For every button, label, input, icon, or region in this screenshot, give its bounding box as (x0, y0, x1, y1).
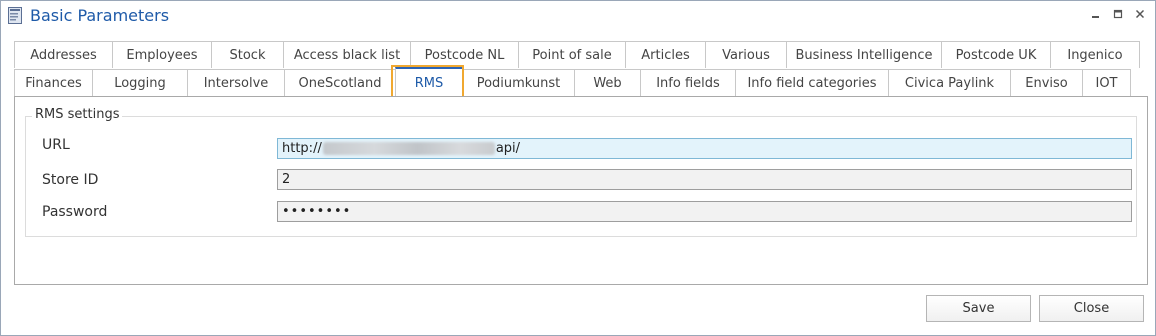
save-button[interactable]: Save (926, 295, 1031, 322)
tab-info-field-categories[interactable]: Info field categories (735, 69, 889, 96)
close-icon[interactable] (1133, 7, 1147, 21)
tab-ingenico[interactable]: Ingenico (1050, 41, 1140, 68)
close-button[interactable]: Close (1039, 295, 1144, 322)
tab-various[interactable]: Various (705, 41, 787, 68)
url-prefix: http:// (282, 141, 322, 156)
tab-strip: Addresses Employees Stock Access black l… (14, 41, 1147, 97)
tab-enviso[interactable]: Enviso (1010, 69, 1083, 96)
tab-row-2: Finances Logging Intersolve OneScotland … (14, 67, 1147, 97)
tab-addresses[interactable]: Addresses (14, 41, 113, 68)
tab-postcode-nl[interactable]: Postcode NL (410, 41, 519, 68)
url-suffix: api/ (495, 141, 521, 156)
tab-podiumkunst[interactable]: Podiumkunst (462, 69, 575, 96)
tab-employees[interactable]: Employees (112, 41, 212, 68)
tab-logging[interactable]: Logging (92, 69, 188, 96)
maximize-icon[interactable] (1111, 7, 1125, 21)
rms-settings-group: RMS settings URL http://api/ Store ID 2 … (25, 107, 1137, 237)
tab-web[interactable]: Web (574, 69, 641, 96)
tab-civica-paylink[interactable]: Civica Paylink (888, 69, 1011, 96)
password-field[interactable]: •••••••• (277, 201, 1132, 222)
tab-info-fields[interactable]: Info fields (640, 69, 736, 96)
password-value: •••••••• (282, 204, 352, 219)
title-bar: Basic Parameters (1, 1, 1155, 31)
tab-point-of-sale[interactable]: Point of sale (518, 41, 626, 68)
store-id-label: Store ID (42, 172, 99, 188)
url-label: URL (42, 137, 70, 153)
tab-finances[interactable]: Finances (14, 69, 93, 96)
tab-postcode-uk[interactable]: Postcode UK (941, 41, 1051, 68)
tab-stock[interactable]: Stock (211, 41, 284, 68)
tab-row-1: Addresses Employees Stock Access black l… (14, 41, 1147, 69)
minimize-icon[interactable] (1089, 7, 1103, 21)
store-id-value: 2 (282, 172, 291, 187)
window-title: Basic Parameters (30, 6, 170, 25)
group-title: RMS settings (32, 107, 123, 122)
tab-onescotland[interactable]: OneScotland (284, 69, 396, 96)
tab-business-intelligence[interactable]: Business Intelligence (786, 41, 942, 68)
store-id-field[interactable]: 2 (277, 169, 1132, 190)
tab-iot[interactable]: IOT (1082, 69, 1131, 96)
tab-intersolve[interactable]: Intersolve (187, 69, 285, 96)
redacted-host (322, 142, 495, 155)
password-label: Password (42, 204, 108, 220)
window-controls (1089, 7, 1147, 21)
tab-rms[interactable]: RMS (395, 67, 463, 97)
document-icon (8, 7, 22, 24)
tab-content-panel: RMS settings URL http://api/ Store ID 2 … (14, 96, 1148, 285)
url-field[interactable]: http:// api/ (277, 138, 1132, 159)
tab-access-black-list[interactable]: Access black list (283, 41, 411, 68)
tab-articles[interactable]: Articles (625, 41, 706, 68)
